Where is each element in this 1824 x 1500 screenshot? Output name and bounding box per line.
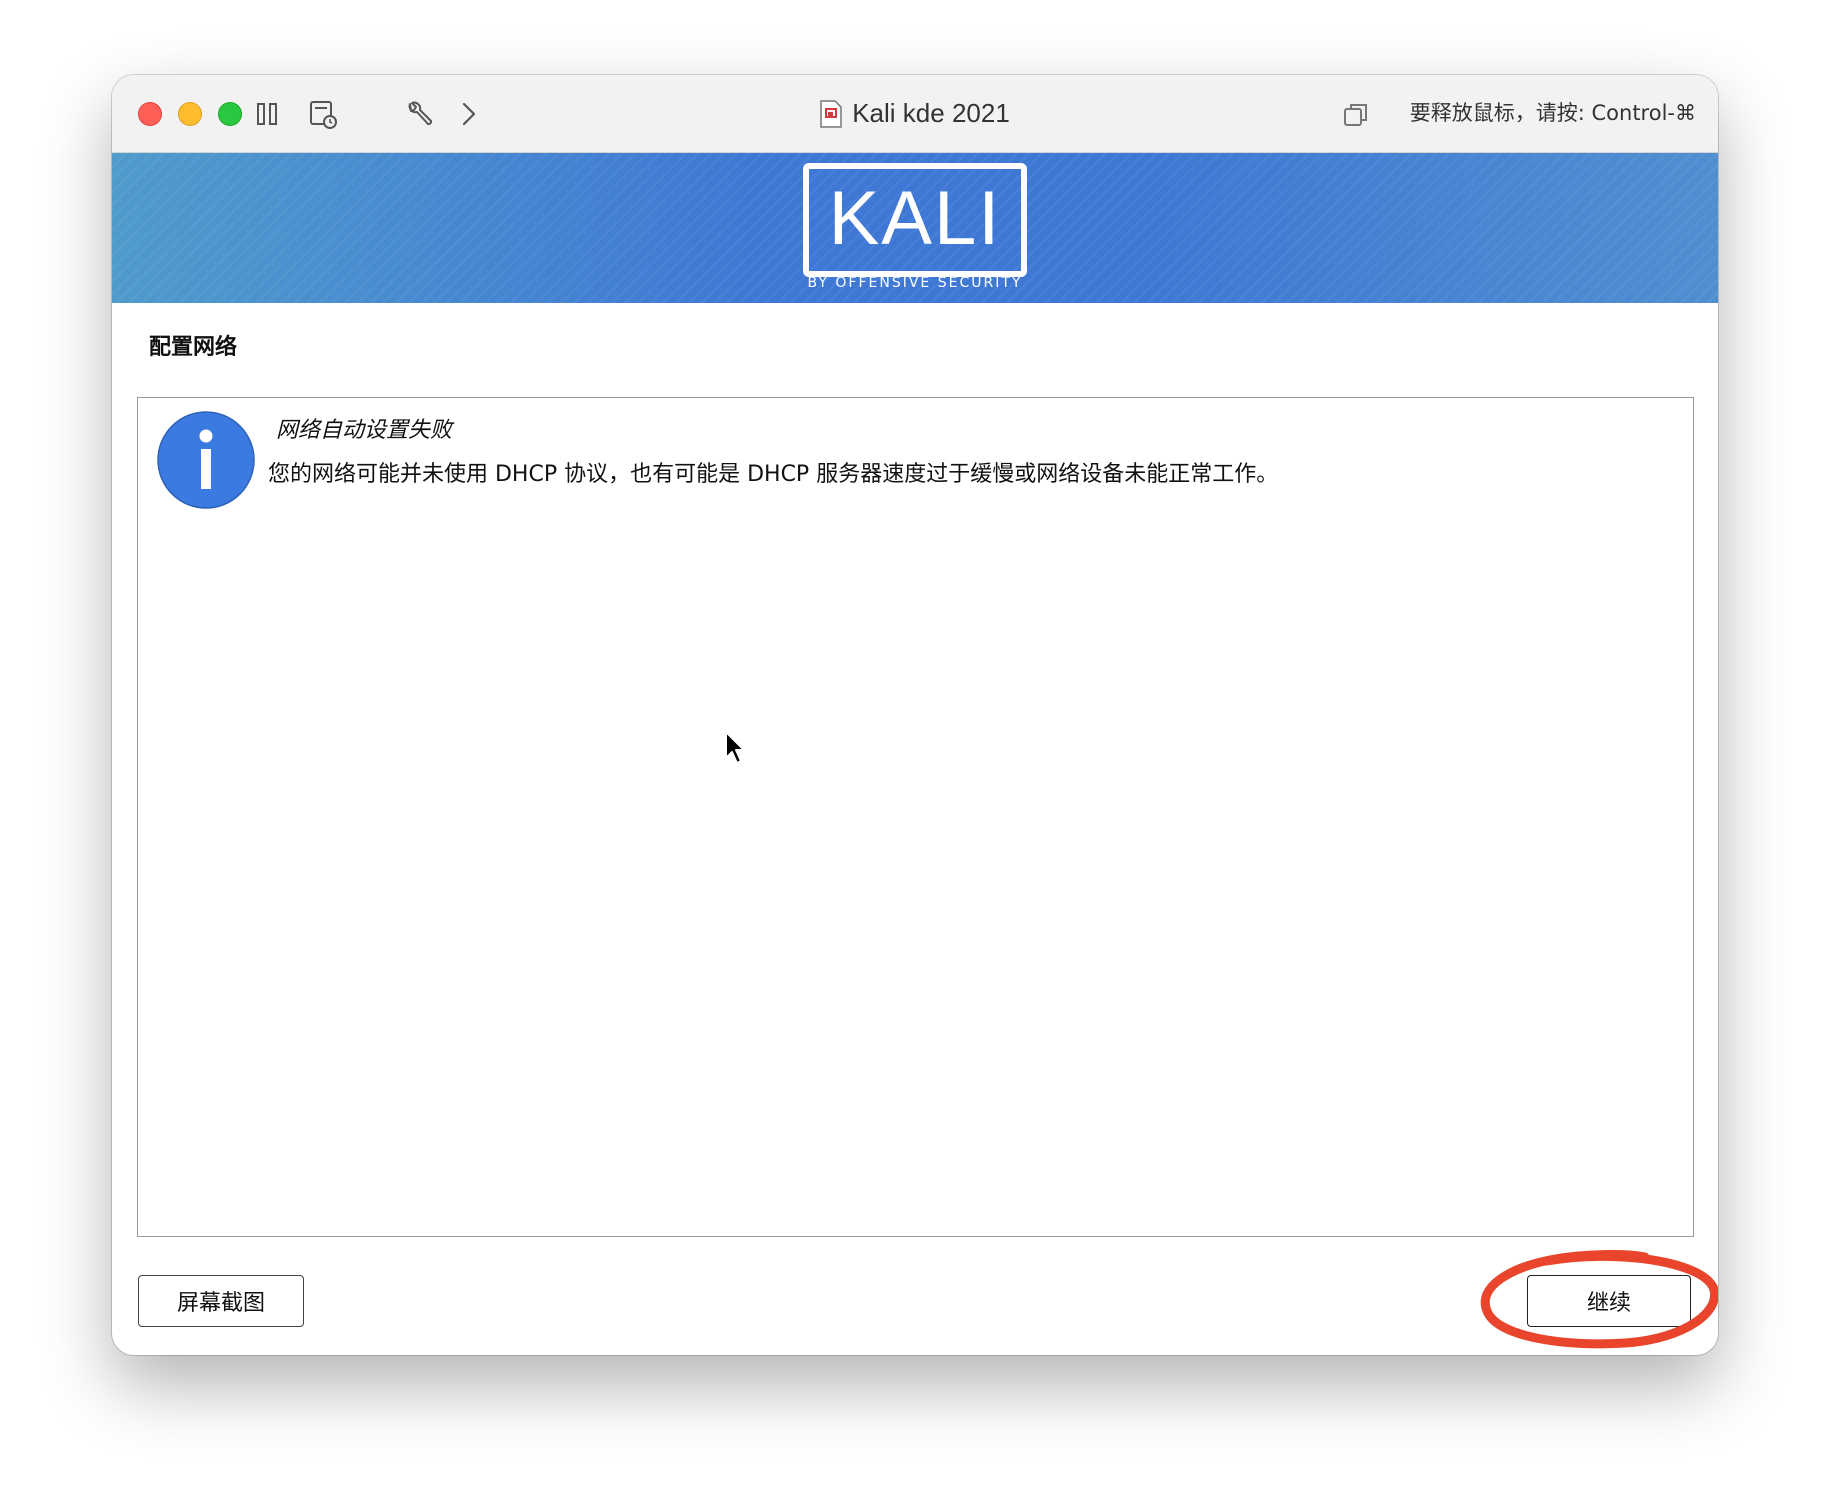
release-mouse-icon[interactable]	[1342, 101, 1370, 129]
close-button[interactable]	[138, 102, 162, 126]
release-mouse-hint: 要释放鼠标，请按: Control-⌘	[1409, 101, 1696, 125]
vm-window: Kali kde 2021 要释放鼠标，请按: Control-⌘ KALI B…	[112, 75, 1718, 1355]
minimize-button[interactable]	[178, 102, 202, 126]
zoom-button[interactable]	[218, 102, 242, 126]
window-title: Kali kde 2021	[852, 98, 1010, 128]
message-title: 网络自动设置失败	[276, 418, 453, 443]
logo-tagline: BY OFFENSIVE SECURITY	[807, 275, 1023, 291]
kali-logo: KALI	[803, 163, 1027, 277]
pause-icon[interactable]	[250, 97, 284, 131]
settings-wrench-icon[interactable]	[402, 97, 436, 131]
installer-banner: KALI BY OFFENSIVE SECURITY	[112, 153, 1718, 303]
document-icon	[820, 99, 842, 128]
message-body: 您的网络可能并未使用 DHCP 协议，也有可能是 DHCP 服务器速度过于缓慢或…	[268, 462, 1279, 487]
screenshot-button[interactable]: 屏幕截图	[138, 1275, 304, 1327]
continue-button[interactable]: 继续	[1527, 1275, 1691, 1327]
window-titlebar: Kali kde 2021 要释放鼠标，请按: Control-⌘	[112, 75, 1718, 153]
snapshot-icon[interactable]	[306, 97, 340, 131]
logo-text: KALI	[828, 176, 1002, 261]
page-title: 配置网络	[149, 335, 238, 360]
message-panel: 网络自动设置失败 您的网络可能并未使用 DHCP 协议，也有可能是 DHCP 服…	[137, 397, 1694, 1237]
forward-chevron-icon[interactable]	[452, 97, 486, 131]
info-icon	[156, 410, 256, 510]
